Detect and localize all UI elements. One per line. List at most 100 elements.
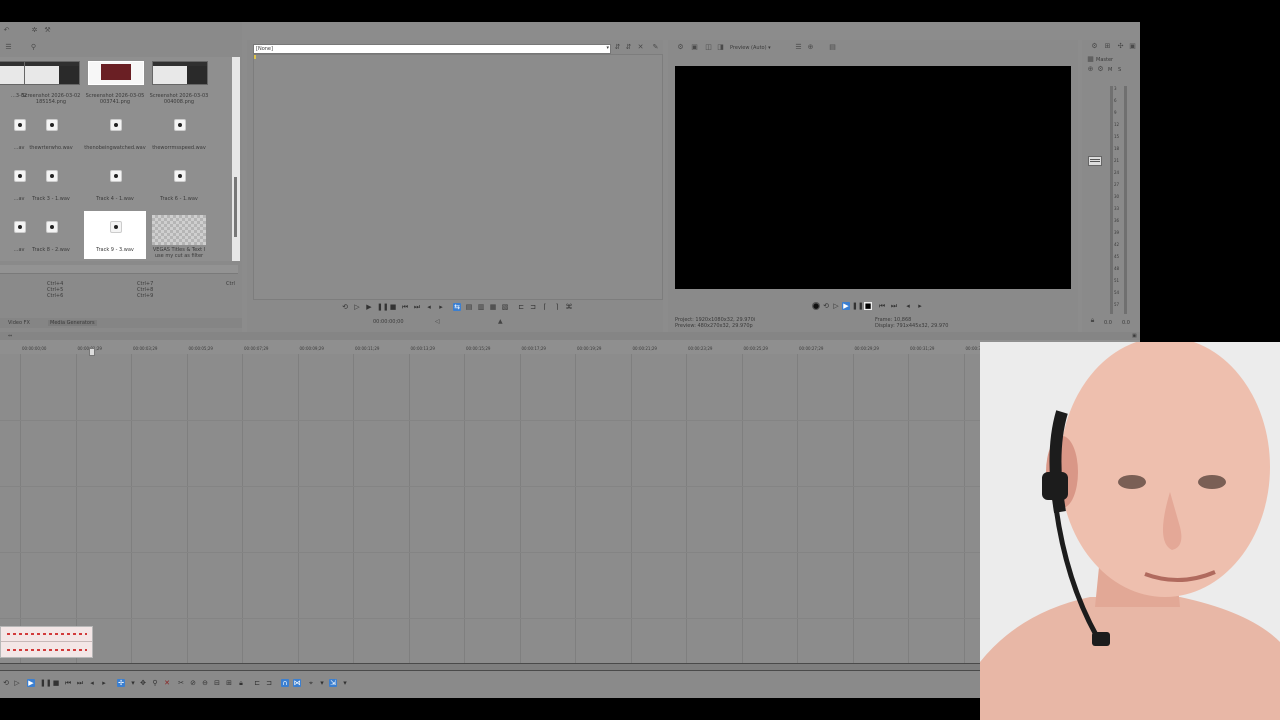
insert-icon[interactable]: ▦ bbox=[489, 303, 497, 311]
play-from-start-icon[interactable]: ▷ bbox=[832, 302, 840, 310]
timeline-ruler[interactable]: 00:00:00;0000:00:01;2900:00:03;2900:00:0… bbox=[0, 340, 1140, 356]
wand-icon[interactable]: ⚒ bbox=[43, 26, 52, 35]
timeline-grid[interactable] bbox=[0, 354, 1140, 664]
snapping-icon[interactable]: ∩ bbox=[281, 679, 289, 687]
edit-icon[interactable]: ✎ bbox=[651, 43, 660, 52]
media-item[interactable]: theworrmsspeed.wav bbox=[148, 109, 210, 157]
trim-icon[interactable]: ✂ bbox=[177, 679, 185, 687]
search-field[interactable] bbox=[0, 265, 238, 274]
lock-playhead-icon[interactable]: ⇲ bbox=[329, 679, 337, 687]
play-icon[interactable]: ▶ bbox=[842, 302, 850, 310]
normal-edit-tool-icon[interactable]: ✢ bbox=[117, 679, 125, 687]
split-screen-icon[interactable]: ◫ bbox=[704, 43, 713, 52]
scrub-handle-icon[interactable]: ◁ bbox=[435, 318, 440, 325]
media-item[interactable]: Screenshot 2026-03-02 185154.png bbox=[20, 57, 82, 105]
stop-icon[interactable]: ■ bbox=[52, 679, 60, 687]
expand-icon[interactable]: ✣ bbox=[1116, 42, 1125, 51]
envelope-tool-icon[interactable]: ▾ bbox=[129, 679, 137, 687]
media-item[interactable]: Track 9 - 3.wav bbox=[84, 211, 146, 259]
media-scrollbar[interactable] bbox=[232, 57, 240, 261]
pan-icon[interactable]: ⊕ bbox=[1086, 65, 1095, 74]
auto-ripple-icon[interactable]: ⋈ bbox=[293, 679, 301, 687]
next-frame-icon[interactable]: ▸ bbox=[100, 679, 108, 687]
selection-tool-icon[interactable]: ✥ bbox=[139, 679, 147, 687]
external-monitor-icon[interactable]: ▣ bbox=[690, 43, 699, 52]
trim-end-icon[interactable]: ⊐ bbox=[529, 303, 537, 311]
mark-in-icon[interactable]: ⌈ bbox=[541, 303, 549, 311]
delete-icon[interactable]: ✕ bbox=[163, 679, 171, 687]
trim-options-icon[interactable]: ⇵ bbox=[613, 43, 622, 52]
record-icon[interactable]: ● bbox=[812, 302, 820, 310]
lock-icon[interactable]: 🔒︎ bbox=[1088, 316, 1097, 325]
next-frame-icon[interactable]: ▸ bbox=[916, 302, 924, 310]
undo-icon[interactable]: ↶ bbox=[2, 26, 11, 35]
record-icon[interactable]: ⟲ bbox=[2, 679, 10, 687]
pause-icon[interactable]: ❚❚ bbox=[40, 679, 52, 687]
media-item[interactable]: thenobeingwatched.wav bbox=[84, 109, 146, 157]
play-icon[interactable]: ▶ bbox=[27, 679, 35, 687]
loop-icon[interactable]: ▷ bbox=[13, 679, 21, 687]
tab-video-fx[interactable]: Video FX bbox=[8, 320, 30, 326]
fit-icon[interactable]: ▧ bbox=[501, 303, 509, 311]
snap-icon[interactable]: ⌘ bbox=[565, 303, 573, 311]
paste-icon[interactable]: ⊞ bbox=[225, 679, 233, 687]
close-icon[interactable]: ✕ bbox=[636, 43, 645, 52]
go-start-icon[interactable]: ⏮ bbox=[64, 679, 72, 687]
prev-frame-icon[interactable]: ◂ bbox=[904, 302, 912, 310]
save-snapshot-icon[interactable]: ▤ bbox=[828, 43, 837, 52]
settings-icon[interactable]: ⚙ bbox=[676, 43, 685, 52]
preview-quality-dropdown[interactable]: Preview (Auto) ▾ bbox=[730, 45, 771, 51]
region-icon[interactable]: ⊐ bbox=[265, 679, 273, 687]
mark-out-icon[interactable]: ⌉ bbox=[553, 303, 561, 311]
timeline-horizontal-scrollbar[interactable] bbox=[0, 663, 1140, 671]
tab-media-generators[interactable]: Media Generators bbox=[48, 320, 97, 326]
play-icon[interactable]: ▶ bbox=[365, 303, 373, 311]
more-dropdown-icon[interactable]: ▾ bbox=[341, 679, 349, 687]
go-end-icon[interactable]: ⏭ bbox=[890, 302, 898, 310]
stop-icon[interactable]: ■ bbox=[864, 302, 872, 310]
expand-track-icon[interactable]: ⇔ bbox=[8, 333, 12, 339]
split-icon[interactable]: ⊘ bbox=[189, 679, 197, 687]
timeline-options-icon[interactable]: ▣ bbox=[1132, 333, 1137, 339]
scrollbar-thumb[interactable] bbox=[234, 177, 237, 237]
media-item[interactable]: Track 8 - 2.wav bbox=[20, 211, 82, 259]
fx-chain-icon[interactable]: ⚙ bbox=[1096, 65, 1105, 74]
dropdown-arrow-icon[interactable]: ▾ bbox=[318, 679, 326, 687]
volume-fader[interactable] bbox=[1088, 156, 1102, 166]
trim-start-icon[interactable]: ⊏ bbox=[517, 303, 525, 311]
loop-icon[interactable]: ⟲ bbox=[341, 303, 349, 311]
scrub-center-icon[interactable]: ▲ bbox=[498, 318, 503, 325]
gear-icon[interactable]: ✲ bbox=[30, 26, 39, 35]
copy-icon[interactable]: ⊟ bbox=[213, 679, 221, 687]
audio-clip[interactable] bbox=[0, 626, 93, 658]
grid-icon[interactable]: ☰ bbox=[794, 43, 803, 52]
view-list-icon[interactable]: ☰ bbox=[4, 43, 13, 52]
add-to-timeline-icon[interactable]: ▤ bbox=[465, 303, 473, 311]
solo-button[interactable]: S bbox=[1118, 67, 1121, 73]
pause-icon[interactable]: ❚❚ bbox=[377, 303, 389, 311]
go-end-icon[interactable]: ⏭ bbox=[76, 679, 84, 687]
trimmer-dropdown[interactable]: [None] ▾ bbox=[253, 44, 611, 54]
prev-frame-icon[interactable]: ◂ bbox=[88, 679, 96, 687]
pause-icon[interactable]: ❚❚ bbox=[852, 302, 864, 310]
go-start-icon[interactable]: ⏮ bbox=[878, 302, 886, 310]
trimmer-canvas[interactable] bbox=[253, 54, 663, 300]
trim-select-icon[interactable]: ⇵ bbox=[624, 43, 633, 52]
lock-envelopes-icon[interactable]: 🔒︎ bbox=[237, 679, 245, 687]
go-start-icon[interactable]: ⏮ bbox=[401, 303, 409, 311]
copy-snapshot-icon[interactable]: ⊕ bbox=[806, 43, 815, 52]
zoom-tool-icon[interactable]: ⚲ bbox=[151, 679, 159, 687]
scrollbar-thumb[interactable] bbox=[0, 664, 980, 670]
mixer-icon[interactable]: ⊞ bbox=[1103, 42, 1112, 51]
sync-cursor-icon[interactable]: ⇆ bbox=[453, 303, 461, 311]
prev-frame-icon[interactable]: ◂ bbox=[425, 303, 433, 311]
stop-icon[interactable]: ■ bbox=[389, 303, 397, 311]
media-item[interactable]: Track 6 - 1.wav bbox=[148, 160, 210, 208]
media-item[interactable]: Track 3 - 1.wav bbox=[20, 160, 82, 208]
media-item[interactable]: Screenshot 2026-03-03 004008.png bbox=[148, 57, 210, 105]
preview-screen[interactable] bbox=[675, 66, 1071, 289]
cut-icon[interactable]: ⊖ bbox=[201, 679, 209, 687]
loop-icon[interactable]: ⟲ bbox=[822, 302, 830, 310]
media-item[interactable]: Screenshot 2026-03-05 003741.png bbox=[84, 57, 146, 105]
mute-button[interactable]: M bbox=[1108, 67, 1112, 73]
